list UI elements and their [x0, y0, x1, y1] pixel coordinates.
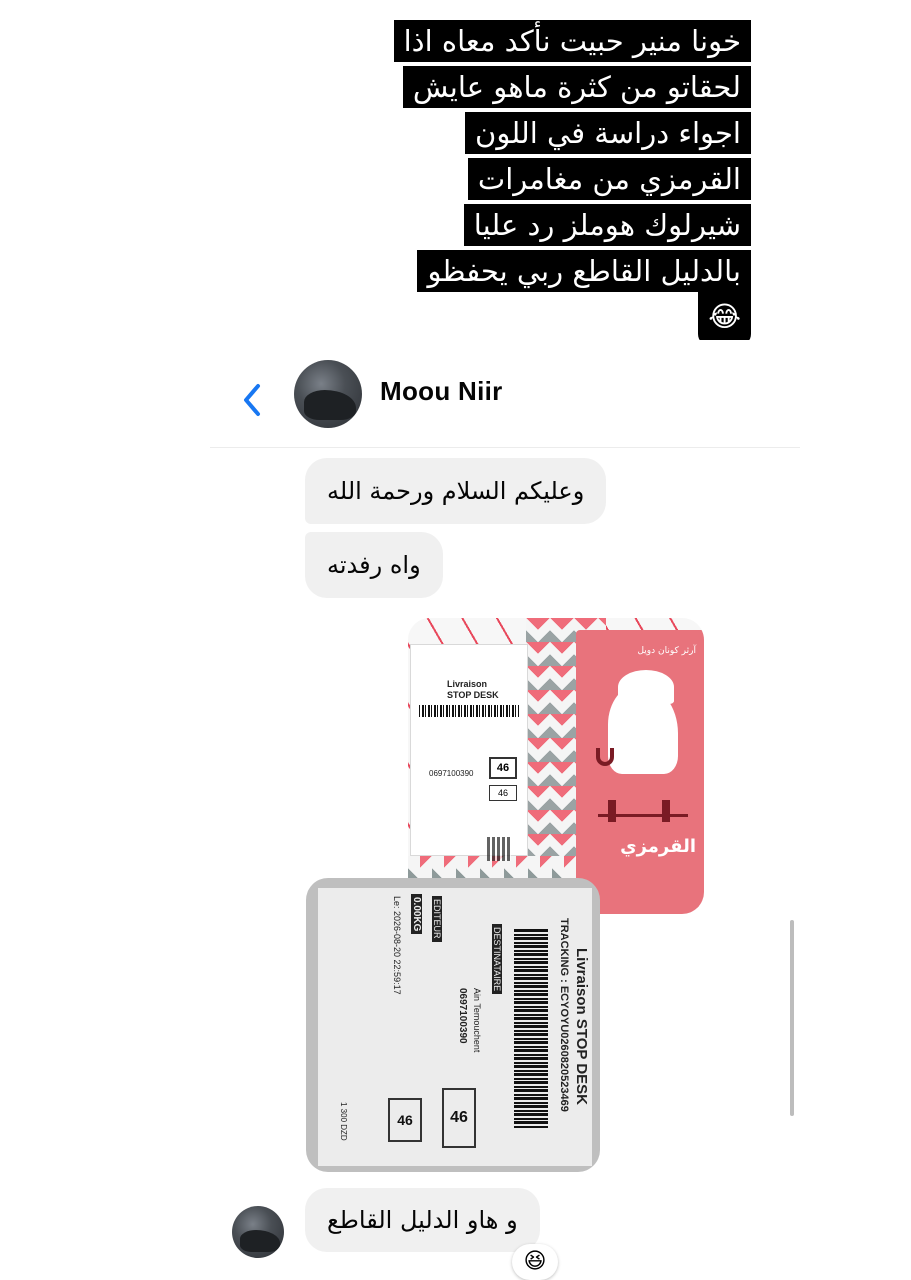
caption-line: شيرلوك هوملز رد عليا	[463, 204, 751, 246]
editor-tag: EDITEUR	[432, 896, 442, 942]
label-tracking: TRACKING : ECYOYU0260820523469	[558, 918, 570, 1112]
scrollbar[interactable]	[790, 920, 794, 1116]
label-phone: 0697100390	[429, 769, 474, 778]
label-weight: 0.00KG	[411, 894, 422, 935]
message-bubble[interactable]: و هاو الدليل القاطع	[305, 1188, 540, 1252]
message-bubble[interactable]: واه رفدته	[305, 532, 443, 598]
caption-line: خونا منير حبيت نأكد معاه اذا	[393, 20, 751, 62]
zone-code: 46	[450, 1109, 468, 1126]
book-cover: آرثر كونان دويل القرمزي	[576, 630, 704, 914]
contact-avatar[interactable]	[294, 360, 362, 428]
photo-parcel-label[interactable]: Livraison STOP DESK TRACKING : ECYOYU026…	[306, 878, 600, 1172]
caption-line: لحقاتو من كثرة ماهو عايش	[402, 66, 751, 108]
zone-code: 46	[397, 1112, 413, 1128]
label-amount: 1 300 DZD	[339, 1102, 348, 1141]
sender-avatar[interactable]	[232, 1206, 284, 1258]
label-city: Ain Temouchent	[472, 988, 482, 1053]
barcode-icon	[514, 928, 548, 1128]
label-phone: 0697100390	[457, 988, 468, 1044]
chevron-left-icon[interactable]	[238, 380, 268, 420]
tower-bridge-icon	[598, 800, 688, 822]
zone-code-box: 46	[489, 757, 517, 779]
pipe-icon	[596, 748, 614, 766]
label-date: Le: 2026-08-20 22:59:17	[392, 896, 402, 995]
story-caption: خونا منير حبيت نأكد معاه اذا لحقاتو من ك…	[371, 18, 751, 346]
caption-line: بالدليل القاطع ربي يحفظو	[417, 250, 751, 292]
recipient-tag: DESTINATAIRE	[492, 924, 502, 995]
caption-line: القرمزي من مغامرات	[467, 158, 751, 200]
zone-code-box: 46	[388, 1098, 422, 1142]
book-author: آرثر كونان دويل	[637, 646, 696, 656]
laughing-reaction-icon[interactable]: 😆	[512, 1244, 558, 1280]
qr-code-icon	[487, 837, 511, 861]
zone-code-box: 46	[442, 1088, 476, 1148]
message-bubble[interactable]: وعليكم السلام ورحمة الله	[305, 458, 607, 524]
shipping-label: Livraison STOP DESK 0697100390 46 46	[410, 644, 528, 861]
label-service: Livraison STOP DESK	[573, 948, 590, 1105]
laughing-emoji-icon: 😂	[698, 292, 751, 346]
book-title: القرمزي	[620, 836, 696, 857]
label-sheet: Livraison STOP DESK TRACKING : ECYOYU026…	[318, 888, 592, 1166]
messenger-conversation: Moou Niir وعليكم السلام ورحمة الله واه ر…	[210, 340, 800, 1280]
zone-code-box: 46	[489, 785, 517, 801]
caption-line: اجواء دراسة في اللون	[465, 112, 751, 154]
label-service-text: Livraison STOP DESK	[447, 679, 499, 700]
photo-book-and-parcel[interactable]: Livraison STOP DESK 0697100390 46 46 آرث…	[408, 618, 704, 914]
barcode-icon	[419, 705, 519, 717]
chat-header: Moou Niir	[210, 340, 800, 448]
contact-name[interactable]: Moou Niir	[380, 376, 503, 407]
